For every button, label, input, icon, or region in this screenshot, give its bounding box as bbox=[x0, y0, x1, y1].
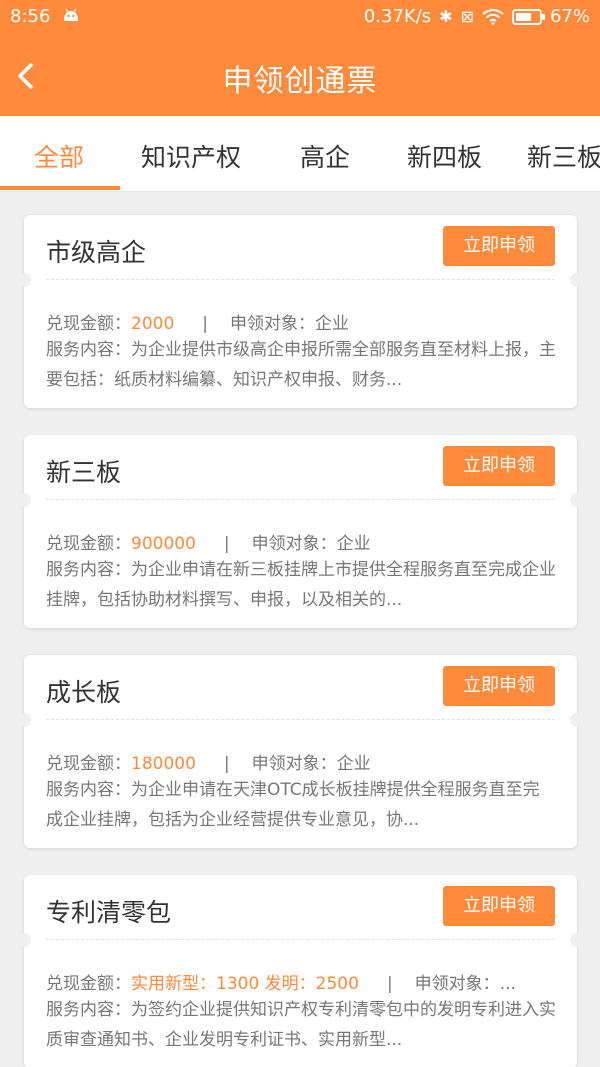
card-notch-right bbox=[570, 493, 584, 507]
meta-divider: | bbox=[223, 754, 230, 774]
card-description: 服务内容：为企业申请在新三板挂牌上市提供全程服务直至完成企业挂牌，包括协助材料撰… bbox=[46, 560, 556, 610]
nav-bar: 申领创通票 bbox=[0, 34, 600, 116]
target-label: 申领对象：企业 bbox=[251, 534, 371, 554]
card-title: 成长板 bbox=[46, 678, 122, 707]
card-meta: 兑现金额：实用新型：1300 发明：2500 | 申领对象：... bbox=[46, 969, 557, 994]
card-title: 市级高企 bbox=[46, 238, 147, 267]
target-label: 申领对象：企业 bbox=[230, 314, 349, 334]
card-meta: 兑现金额：2000 | 申领对象：企业 bbox=[46, 309, 557, 334]
amount-value: 180000 bbox=[131, 754, 196, 774]
ticket-card[interactable]: 新三板 立即申领 兑现金额：900000 | 申领对象：企业 服务内容：为企业申请在… bbox=[17, 435, 584, 628]
apply-button[interactable]: 立即申领 bbox=[443, 446, 555, 486]
amount-label: 兑现金额： bbox=[46, 974, 131, 994]
meta-divider: | bbox=[386, 974, 393, 994]
apply-button[interactable]: 立即申领 bbox=[443, 226, 555, 266]
apply-button[interactable]: 立即申领 bbox=[443, 666, 555, 706]
active-tab-indicator bbox=[0, 186, 120, 190]
card-title: 专利清零包 bbox=[46, 898, 172, 927]
tab-all[interactable]: 全部 bbox=[34, 138, 84, 174]
card-description: 服务内容：为企业申请在天津OTC成长板挂牌提供全程服务直至完成企业挂牌，包括为企… bbox=[46, 780, 540, 830]
card-notch-left bbox=[17, 933, 31, 947]
card-meta: 兑现金额：900000 | 申领对象：企业 bbox=[46, 529, 557, 554]
network-speed: 0.37K/s bbox=[363, 6, 432, 27]
card-notch-right bbox=[570, 713, 584, 727]
amount-label: 兑现金额： bbox=[46, 534, 131, 554]
card-title: 新三板 bbox=[46, 458, 122, 487]
card-notch-left bbox=[17, 713, 31, 727]
battery-percent: 67% bbox=[549, 6, 590, 27]
wifi-icon bbox=[482, 8, 504, 25]
card-divider bbox=[46, 939, 555, 940]
card-divider bbox=[46, 719, 555, 720]
amount-value: 900000 bbox=[131, 534, 196, 554]
card-divider bbox=[46, 279, 555, 280]
tab-high-tech[interactable]: 高企 bbox=[300, 138, 350, 174]
tab-new-fourth-board[interactable]: 新四板 bbox=[407, 138, 482, 174]
page-title: 申领创通票 bbox=[222, 64, 378, 99]
card-notch-right bbox=[570, 933, 584, 947]
amount-label: 兑现金额： bbox=[46, 754, 131, 774]
meta-divider: | bbox=[202, 314, 208, 334]
bluetooth-icon: ✱ bbox=[439, 7, 453, 26]
target-label: 申领对象：... bbox=[414, 974, 516, 994]
card-notch-left bbox=[17, 273, 31, 287]
tab-new-third-board[interactable]: 新三板 bbox=[527, 138, 600, 174]
amount-value: 实用新型：1300 发明：2500 bbox=[131, 974, 359, 994]
card-description: 服务内容：为企业提供市级高企申报所需全部服务直至材料上报，主要包括：纸质材料编纂… bbox=[46, 340, 556, 390]
card-notch-right bbox=[570, 273, 584, 287]
tab-ip[interactable]: 知识产权 bbox=[141, 138, 241, 174]
android-icon bbox=[64, 8, 78, 21]
card-meta: 兑现金额：180000 | 申领对象：企业 bbox=[46, 749, 557, 774]
target-label: 申领对象：企业 bbox=[251, 754, 371, 774]
category-tabs: 全部 知识产权 高企 新四板 新三板 bbox=[0, 116, 600, 192]
ticket-card[interactable]: 成长板 立即申领 兑现金额：180000 | 申领对象：企业 服务内容：为企业申请在… bbox=[17, 655, 584, 848]
battery-icon bbox=[511, 8, 545, 25]
ticket-card[interactable]: 市级高企 立即申领 兑现金额：2000 | 申领对象：企业 服务内容：为企业提供市级… bbox=[17, 215, 584, 408]
card-divider bbox=[46, 499, 555, 500]
apply-button[interactable]: 立即申领 bbox=[443, 886, 555, 926]
meta-divider: | bbox=[223, 534, 230, 554]
amount-label: 兑现金额： bbox=[46, 314, 131, 334]
amount-value: 2000 bbox=[131, 314, 175, 334]
card-description: 服务内容：为签约企业提供知识产权专利清零包中的发明专利进入实质审查通知书、企业发… bbox=[46, 1000, 556, 1050]
status-bar: 8:56 0.37K/s ✱ ⊠ 67% bbox=[0, 0, 600, 34]
card-notch-left bbox=[17, 493, 31, 507]
sim-icon: ⊠ bbox=[460, 7, 474, 26]
status-time: 8:56 bbox=[10, 6, 51, 27]
ticket-card[interactable]: 专利清零包 立即申领 兑现金额：实用新型：1300 发明：2500 | 申领对象：.… bbox=[17, 875, 584, 1067]
